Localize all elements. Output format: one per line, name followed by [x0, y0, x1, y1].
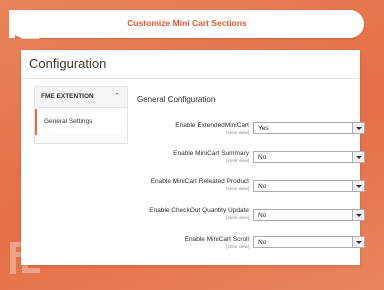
field-label-text: Enable MiniCart Scroll	[184, 236, 249, 243]
enable-checkout-quantity-update-select[interactable]: No	[253, 209, 365, 221]
enable-minicart-related-product-select[interactable]: No	[253, 180, 365, 192]
dropdown-arrow-icon	[352, 210, 364, 220]
config-sidebar: FME EXTENTION ⌃ General Settings	[34, 86, 128, 144]
field-label: Enable MiniCart Releated Product [store …	[149, 178, 249, 192]
sidebar-section-label: FME EXTENTION	[41, 93, 94, 100]
page-title: Configuration	[29, 56, 107, 71]
field-label: Enable CheckOut Quantity Update [store v…	[149, 207, 249, 221]
field-scope: [store view]	[226, 244, 249, 249]
sidebar-item-label: General Settings	[44, 118, 93, 125]
enable-minicart-summary-select[interactable]: No	[253, 151, 365, 163]
field-scope: [store view]	[226, 158, 249, 163]
title-divider	[21, 78, 360, 79]
enable-minicart-scroll-select[interactable]: No	[253, 236, 365, 248]
dropdown-arrow-icon	[352, 237, 364, 247]
sidebar-item-general-settings[interactable]: General Settings	[35, 109, 127, 135]
enable-extended-minicart-select[interactable]: Yes	[253, 122, 365, 134]
field-scope: [store view]	[226, 186, 249, 191]
field-row-enable-minicart-scroll: Enable MiniCart Scroll [store view] No	[131, 236, 365, 252]
field-row-enable-extended-minicart: Enable ExtendedMiniCart [store view] Yes	[131, 122, 365, 138]
select-value: Yes	[258, 125, 269, 132]
dropdown-arrow-icon	[352, 181, 364, 191]
field-label-text: Enable CheckOut Quantity Update	[149, 207, 249, 214]
select-value: No	[258, 154, 267, 161]
field-scope: [store view]	[226, 215, 249, 220]
sidebar-section-fme-extention[interactable]: FME EXTENTION ⌃	[35, 87, 127, 108]
fme-logo-icon	[9, 10, 39, 39]
header-bar: Customize Mini Cart Sections	[10, 10, 364, 38]
field-row-enable-minicart-summary: Enable MiniCart Summary [store view] No	[131, 150, 365, 166]
field-row-enable-checkout-quantity-update: Enable CheckOut Quantity Update [store v…	[131, 207, 365, 231]
dropdown-arrow-icon	[352, 152, 364, 162]
select-value: No	[258, 212, 267, 219]
header-title: Customize Mini Cart Sections	[127, 18, 247, 28]
field-label-text: Enable ExtendedMiniCart	[175, 122, 249, 129]
field-label: Enable MiniCart Scroll [store view]	[149, 236, 249, 250]
field-label: Enable MiniCart Summary [store view]	[149, 150, 249, 164]
chevron-up-icon: ⌃	[114, 93, 120, 100]
select-value: No	[258, 183, 267, 190]
configuration-panel: Configuration FME EXTENTION ⌃ General Se…	[21, 50, 365, 265]
field-row-enable-minicart-related-product: Enable MiniCart Releated Product [store …	[131, 178, 365, 202]
section-title: General Configuration	[137, 95, 216, 104]
field-scope: [store view]	[226, 130, 249, 135]
field-label: Enable ExtendedMiniCart [store view]	[149, 122, 249, 136]
field-label-text: Enable MiniCart Summary	[173, 150, 249, 157]
select-value: No	[258, 239, 267, 246]
dropdown-arrow-icon	[352, 123, 364, 133]
field-label-text: Enable MiniCart Releated Product	[150, 178, 249, 185]
